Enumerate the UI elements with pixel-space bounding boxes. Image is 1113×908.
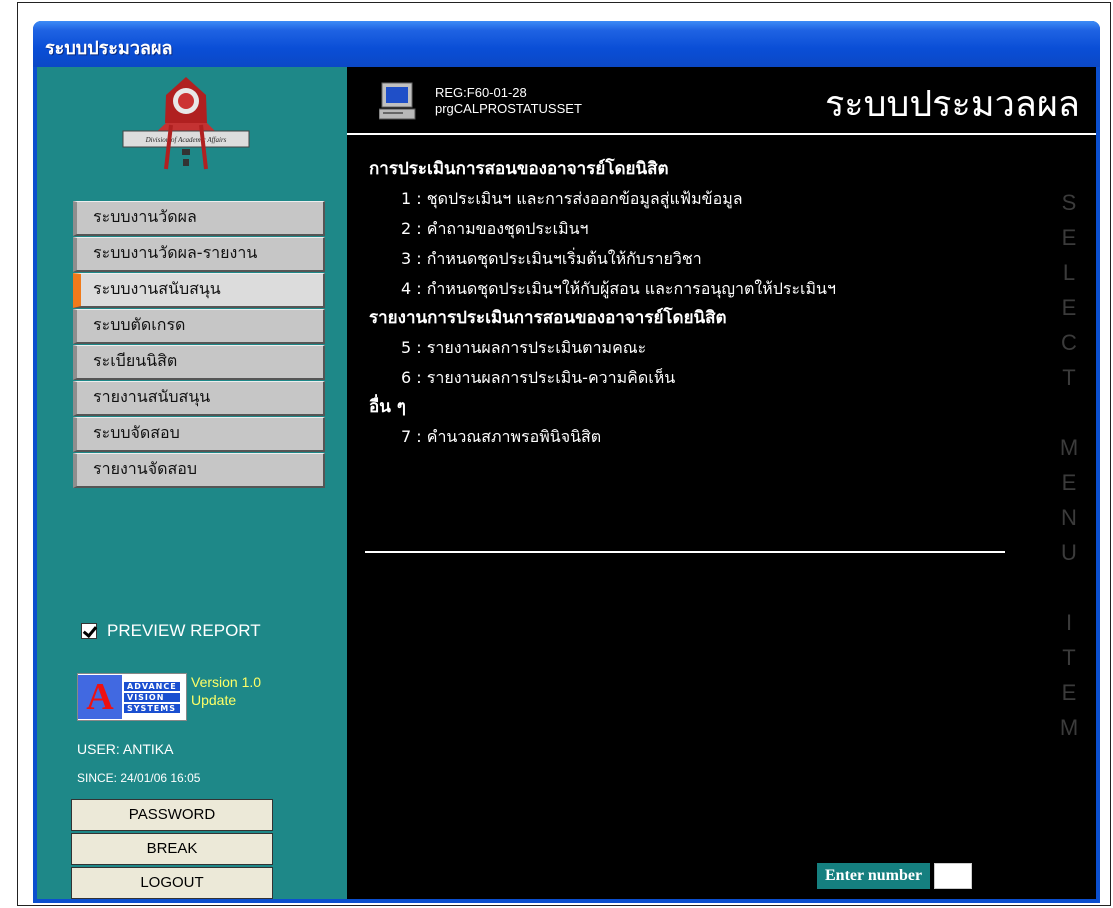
preview-report-option[interactable]: PREVIEW REPORT <box>81 621 261 641</box>
header-divider <box>347 133 1096 135</box>
menu-item-support-report[interactable]: รายงานสนับสนุน <box>73 381 325 416</box>
menu-item-support[interactable]: ระบบงานสนับสนุน <box>73 273 325 308</box>
option-5[interactable]: 5 : รายงานผลการประเมินตามคณะ <box>369 333 1009 363</box>
page-title: ระบบประมวลผล <box>824 84 1080 125</box>
avs-line-2: VISION <box>124 692 180 702</box>
main-menu: ระบบงานวัดผล ระบบงานวัดผล-รายงาน ระบบงาน… <box>73 201 325 489</box>
section-heading: รายงานการประเมินการสอนของอาจารย์โดยนิสิต <box>369 308 727 328</box>
logout-button[interactable]: LOGOUT <box>71 867 273 899</box>
preview-report-checkbox[interactable] <box>81 623 97 639</box>
enter-number-input[interactable] <box>934 863 973 889</box>
login-time: SINCE: 24/01/06 16:05 <box>77 771 201 785</box>
form-code: REG:F60-01-28 <box>435 85 527 100</box>
menu-item-label: ระบบงานสนับสนุน <box>93 279 221 298</box>
enter-number-label: Enter number <box>817 863 931 889</box>
menu-item-label: ระเบียนนิสิต <box>93 351 178 370</box>
option-4[interactable]: 4 : กำหนดชุดประเมินฯให้กับผู้สอน และการอ… <box>369 274 1009 304</box>
menu-item-label: ระบบตัดเกรด <box>93 315 186 334</box>
menu-item-grading[interactable]: ระบบตัดเกรด <box>73 309 325 344</box>
logo-caption: Division of Academic Affairs <box>145 136 227 144</box>
menu-item-student-records[interactable]: ระเบียนนิสิต <box>73 345 325 380</box>
menu-item-measurement-report[interactable]: ระบบงานวัดผล-รายงาน <box>73 237 325 272</box>
avs-line-1: ADVANCE <box>124 681 180 691</box>
menu-item-label: ระบบจัดสอบ <box>93 423 180 442</box>
select-menu-item-watermark: S E L E C T M E N U I T E M <box>1059 190 1079 740</box>
avs-line-3: SYSTEMS <box>124 703 180 713</box>
enter-number-control: Enter number <box>817 863 973 889</box>
option-6[interactable]: 6 : รายงานผลการประเมิน-ความคิดเห็น <box>369 363 1009 393</box>
menu-options: การประเมินการสอนของอาจารย์โดยนิสิต 1 : ช… <box>369 155 1009 452</box>
vendor-badge: A ADVANCE VISION SYSTEMS Version 1.0 Upd… <box>77 673 261 721</box>
menu-item-label: ระบบงานวัดผล-รายงาน <box>93 243 258 262</box>
menu-item-label: รายงานจัดสอบ <box>93 459 197 478</box>
option-1[interactable]: 1 : ชุดประเมินฯ และการส่งออกข้อมูลสู่แฟ้… <box>369 184 1009 214</box>
computer-icon <box>379 82 416 120</box>
preview-report-label: PREVIEW REPORT <box>107 621 261 640</box>
program-name: prgCALPROSTATUSSET <box>435 101 582 116</box>
window-title: ระบบประมวลผล <box>45 38 173 59</box>
content-divider <box>365 551 1005 553</box>
app-window: ระบบประมวลผล Division of Academic Affair… <box>33 21 1100 903</box>
section-heading: การประเมินการสอนของอาจารย์โดยนิสิต <box>369 159 669 179</box>
menu-item-exam-report[interactable]: รายงานจัดสอบ <box>73 453 325 488</box>
window-bottom-border <box>33 899 1100 903</box>
option-3[interactable]: 3 : กำหนดชุดประเมินฯเริ่มต้นให้กับรายวิช… <box>369 244 1009 274</box>
advance-vision-systems-logo: A ADVANCE VISION SYSTEMS <box>77 673 187 721</box>
title-bar[interactable]: ระบบประมวลผล <box>33 21 1100 67</box>
menu-item-label: ระบบงานวัดผล <box>93 207 197 226</box>
break-button[interactable]: BREAK <box>71 833 273 865</box>
menu-item-measurement[interactable]: ระบบงานวัดผล <box>73 201 325 236</box>
update-label: Update <box>191 692 237 708</box>
user-name: USER: ANTIKA <box>77 741 174 757</box>
main-panel: REG:F60-01-28 prgCALPROSTATUSSET ระบบประ… <box>347 67 1096 899</box>
sidebar: Division of Academic Affairs ระบบงานวัดผ… <box>37 67 347 899</box>
menu-item-label: รายงานสนับสนุน <box>93 387 211 406</box>
section-heading: อื่น ๆ <box>369 397 406 417</box>
password-button[interactable]: PASSWORD <box>71 799 273 831</box>
division-logo: Division of Academic Affairs <box>122 77 250 170</box>
option-7[interactable]: 7 : คำนวณสภาพรอพินิจนิสิต <box>369 422 1009 452</box>
menu-item-exam-scheduling[interactable]: ระบบจัดสอบ <box>73 417 325 452</box>
option-2[interactable]: 2 : คำถามของชุดประเมินฯ <box>369 214 1009 244</box>
version-label: Version 1.0 <box>191 674 262 690</box>
